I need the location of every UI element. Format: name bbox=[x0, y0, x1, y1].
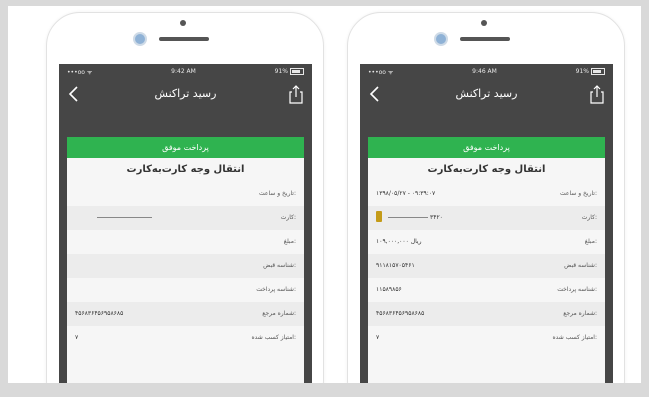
battery-status: 91% bbox=[576, 68, 605, 75]
row-value: ۴۵۶۸۳۶۴۵۶۹۵۸۶۸۵ bbox=[376, 310, 425, 317]
row-datetime: تاریخ و ساعت: ۱۳۹۸/۰۵/۲۷ - ۰۹:۳۹:۰۷ bbox=[368, 182, 605, 206]
status-time: 9:42 AM bbox=[171, 68, 196, 75]
row-label: امتیاز کسب شده: bbox=[552, 334, 598, 341]
status-bar: •••oo ᯤ 9:46 AM 91% bbox=[360, 64, 613, 79]
front-camera bbox=[434, 32, 448, 46]
bank-card-icon bbox=[376, 211, 382, 222]
row-value: ۳۴۲۰ bbox=[430, 214, 443, 221]
row-value: ۱۳۹۸/۰۵/۲۷ - ۰۹:۳۹:۰۷ bbox=[376, 190, 436, 197]
row-label: مبلغ: bbox=[283, 238, 296, 245]
row-label: شناسه پرداخت: bbox=[557, 286, 597, 293]
share-icon[interactable] bbox=[288, 83, 304, 105]
receipt-title: انتقال وجه کارت‌به‌کارت bbox=[427, 164, 546, 175]
front-camera bbox=[133, 32, 147, 46]
row-label: کارت: bbox=[581, 214, 597, 221]
row-label: کارت: bbox=[280, 214, 296, 221]
row-label: امتیاز کسب شده: bbox=[251, 334, 297, 341]
speaker-slot bbox=[460, 37, 510, 41]
phone-left: •••oo ᯤ 9:42 AM 91% رسید تراکنش پرداخت م… bbox=[46, 12, 324, 383]
row-label: شناسه پرداخت: bbox=[256, 286, 296, 293]
row-label: تاریخ و ساعت: bbox=[559, 190, 597, 197]
row-label: شناسه قبض: bbox=[263, 262, 296, 269]
phone-right: •••oo ᯤ 9:46 AM 91% رسید تراکنش پرداخت م… bbox=[347, 12, 625, 383]
row-value: ۷ bbox=[376, 334, 380, 341]
row-points: امتیاز کسب شده: ۷ bbox=[368, 326, 605, 350]
receipt-title: انتقال وجه کارت‌به‌کارت bbox=[126, 164, 245, 175]
row-label: شماره مرجع: bbox=[262, 310, 296, 317]
row-label: مبلغ: bbox=[584, 238, 597, 245]
masked-card-placeholder bbox=[97, 217, 152, 218]
carrier-signal: •••oo ᯤ bbox=[67, 68, 93, 76]
status-bar: •••oo ᯤ 9:42 AM 91% bbox=[59, 64, 312, 79]
row-label: شماره مرجع: bbox=[563, 310, 597, 317]
receipt-card: پرداخت موفق انتقال وجه کارت‌به‌کارت تاری… bbox=[67, 137, 304, 383]
masked-card-dashes bbox=[388, 217, 428, 218]
page-title: رسید تراکنش bbox=[455, 87, 518, 100]
battery-icon bbox=[290, 68, 304, 75]
phone-screen: •••oo ᯤ 9:42 AM 91% رسید تراکنش پرداخت م… bbox=[59, 64, 312, 383]
row-value: ۹۱۱۸۱۵۷۰۵۴۶۱ bbox=[376, 262, 415, 269]
row-card: کارت: bbox=[67, 206, 304, 230]
row-value: ۴۵۶۸۳۶۴۵۶۹۵۸۶۸۵ bbox=[75, 310, 124, 317]
carrier-signal: •••oo ᯤ bbox=[368, 68, 394, 76]
screenshot-frame: •••oo ᯤ 9:42 AM 91% رسید تراکنش پرداخت م… bbox=[8, 6, 641, 383]
row-value: ۷ bbox=[75, 334, 79, 341]
share-icon[interactable] bbox=[589, 83, 605, 105]
nav-bar: رسید تراکنش bbox=[360, 79, 613, 112]
row-datetime: تاریخ و ساعت: bbox=[67, 182, 304, 206]
page-title: رسید تراکنش bbox=[154, 87, 217, 100]
receipt-card: پرداخت موفق انتقال وجه کارت‌به‌کارت تاری… bbox=[368, 137, 605, 383]
phone-screen: •••oo ᯤ 9:46 AM 91% رسید تراکنش پرداخت م… bbox=[360, 64, 613, 383]
nav-bar: رسید تراکنش bbox=[59, 79, 312, 112]
row-reference: شماره مرجع: ۴۵۶۸۳۶۴۵۶۹۵۸۶۸۵ bbox=[368, 302, 605, 326]
row-bill-id: شناسه قبض: bbox=[67, 254, 304, 278]
row-label: تاریخ و ساعت: bbox=[258, 190, 296, 197]
battery-percent: 91% bbox=[274, 68, 288, 75]
row-payment-id: شناسه پرداخت: bbox=[67, 278, 304, 302]
row-reference: شماره مرجع: ۴۵۶۸۳۶۴۵۶۹۵۸۶۸۵ bbox=[67, 302, 304, 326]
row-amount: مبلغ: ۱۰۹,۰۰۰,۰۰۰ ریال bbox=[368, 230, 605, 254]
row-value: ۱۱۵۸۹۸۵۶ bbox=[376, 286, 402, 293]
sensor-dot bbox=[481, 20, 487, 26]
battery-icon bbox=[591, 68, 605, 75]
row-card: کارت: ۳۴۲۰ bbox=[368, 206, 605, 230]
speaker-slot bbox=[159, 37, 209, 41]
row-bill-id: شناسه قبض: ۹۱۱۸۱۵۷۰۵۴۶۱ bbox=[368, 254, 605, 278]
row-payment-id: شناسه پرداخت: ۱۱۵۸۹۸۵۶ bbox=[368, 278, 605, 302]
row-points: امتیاز کسب شده: ۷ bbox=[67, 326, 304, 350]
row-amount: مبلغ: bbox=[67, 230, 304, 254]
success-banner: پرداخت موفق bbox=[368, 137, 605, 158]
row-label: شناسه قبض: bbox=[564, 262, 597, 269]
success-banner: پرداخت موفق bbox=[67, 137, 304, 158]
sensor-dot bbox=[180, 20, 186, 26]
row-value: ۱۰۹,۰۰۰,۰۰۰ ریال bbox=[376, 238, 422, 245]
status-time: 9:46 AM bbox=[472, 68, 497, 75]
battery-percent: 91% bbox=[575, 68, 589, 75]
battery-status: 91% bbox=[275, 68, 304, 75]
